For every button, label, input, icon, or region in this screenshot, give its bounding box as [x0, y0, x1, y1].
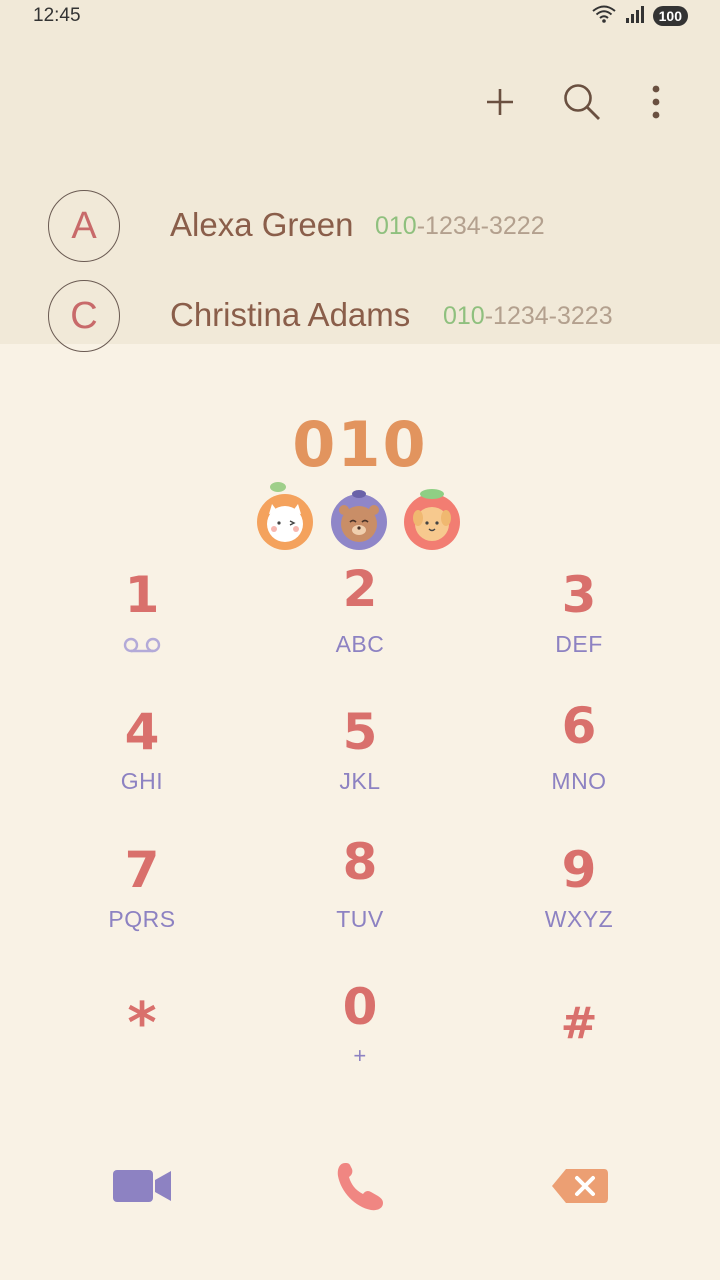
dial-key-9[interactable]: 9 WXYZ: [499, 838, 659, 958]
key-letters: +: [353, 1043, 367, 1068]
video-call-button[interactable]: [102, 1156, 182, 1220]
key-letters: TUV: [336, 906, 384, 932]
key-digit: 7: [124, 841, 160, 899]
key-letters: JKL: [339, 768, 381, 794]
dial-key-star[interactable]: *: [62, 992, 222, 1112]
dial-key-4[interactable]: 4 GHI: [62, 700, 222, 820]
dial-key-1[interactable]: 1: [62, 563, 222, 683]
contact-suggestion[interactable]: A Alexa Green 010-1234-3222: [0, 190, 720, 262]
dial-key-5[interactable]: 5 JKL: [280, 700, 440, 820]
key-digit: 9: [561, 841, 597, 899]
backspace-button[interactable]: [540, 1156, 620, 1220]
status-time: 12:45: [33, 5, 81, 26]
key-digit: 6: [561, 697, 597, 755]
number-match: 010: [375, 212, 417, 240]
dial-key-3[interactable]: 3 DEF: [499, 563, 659, 683]
sticker-decoration: [0, 482, 720, 552]
status-icons: 100: [591, 5, 688, 27]
key-digit: 3: [561, 566, 597, 624]
add-contact-button[interactable]: [476, 80, 524, 128]
key-letters: ABC: [335, 631, 385, 657]
backspace-icon: [550, 1167, 610, 1210]
dial-key-7[interactable]: 7 PQRS: [62, 838, 222, 958]
call-button[interactable]: [320, 1156, 400, 1220]
key-letters: MNO: [551, 768, 607, 794]
search-icon: [562, 82, 602, 127]
cat-sticker-icon: [257, 482, 313, 550]
plus-icon: [484, 86, 516, 123]
contact-number: 010-1234-3222: [375, 212, 545, 241]
key-digit: 1: [124, 566, 160, 624]
number-match: 010: [443, 302, 485, 330]
top-area: 12:45 100 A Alexa Green 010-1234-3222 C …: [0, 0, 720, 352]
contact-name: Alexa Green: [170, 206, 354, 243]
key-digit: 0: [342, 978, 378, 1036]
avatar: A: [48, 190, 120, 262]
search-button[interactable]: [558, 80, 606, 128]
key-digit: 8: [342, 833, 378, 891]
battery-indicator: 100: [652, 6, 688, 26]
key-letters: PQRS: [108, 906, 176, 932]
key-letters: GHI: [120, 768, 164, 794]
key-letters: WXYZ: [544, 906, 614, 932]
key-digit: 2: [342, 560, 378, 618]
key-digit: *: [127, 991, 157, 1056]
video-camera-icon: [111, 1166, 173, 1211]
dial-key-6[interactable]: 6 MNO: [499, 694, 659, 814]
dog-sticker-icon: [404, 489, 460, 550]
dialed-number[interactable]: 010: [0, 408, 720, 481]
key-digit: 4: [124, 703, 160, 761]
more-options-button[interactable]: [632, 80, 680, 128]
dial-key-hash[interactable]: #: [499, 992, 659, 1112]
voicemail-icon: [122, 635, 162, 660]
more-vertical-icon: [650, 84, 662, 125]
key-digit: #: [560, 998, 598, 1049]
contact-number: 010-1234-3223: [443, 302, 613, 331]
bear-sticker-icon: [331, 490, 387, 550]
status-bar: 12:45 100: [0, 0, 720, 34]
signal-icon: [625, 4, 645, 29]
wifi-icon: [591, 4, 617, 29]
phone-icon: [335, 1160, 385, 1217]
key-letters: DEF: [555, 631, 603, 657]
dial-key-0[interactable]: 0 +: [280, 975, 440, 1095]
dial-key-2[interactable]: 2 ABC: [280, 557, 440, 677]
avatar: C: [48, 280, 120, 352]
contact-name: Christina Adams: [170, 296, 411, 333]
dial-key-8[interactable]: 8 TUV: [280, 830, 440, 950]
number-rest: -1234-3222: [416, 212, 545, 240]
key-digit: 5: [342, 703, 378, 761]
number-rest: -1234-3223: [484, 302, 613, 330]
contact-suggestion[interactable]: C Christina Adams 010-1234-3223: [0, 280, 720, 352]
